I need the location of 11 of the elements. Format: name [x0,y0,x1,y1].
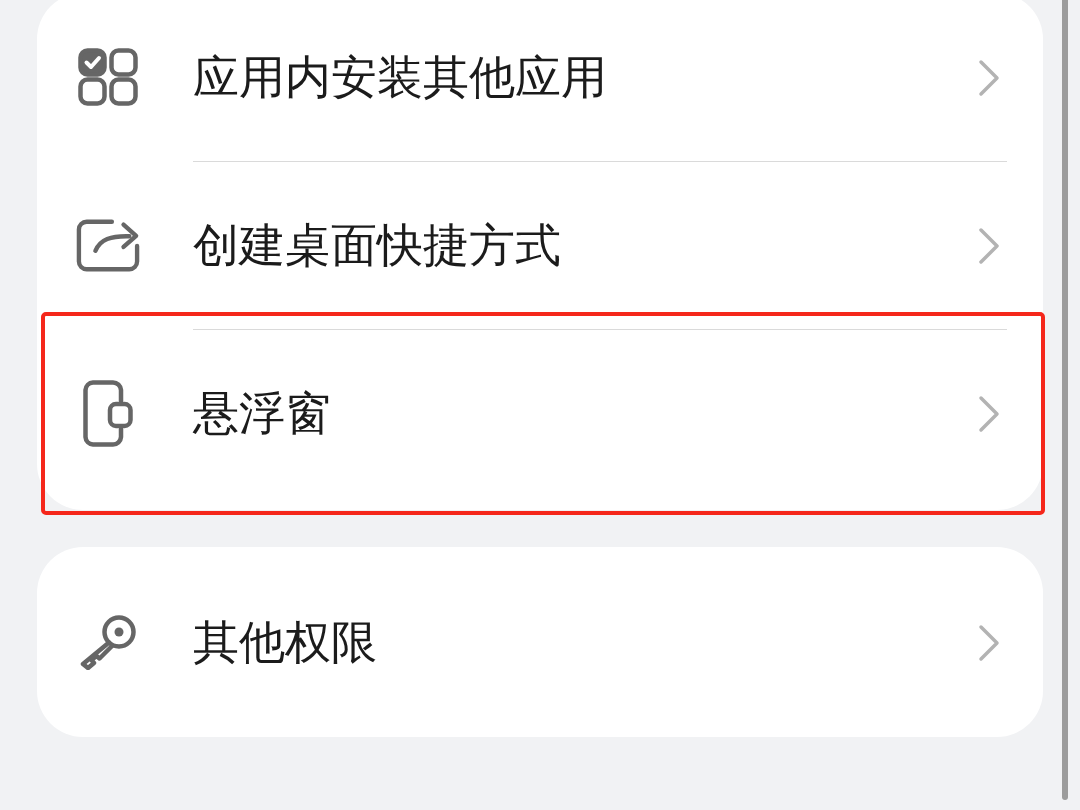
menu-item[interactable]: 悬浮窗 [37,329,1043,497]
menu-item[interactable]: 创建桌面快捷方式 [37,161,1043,329]
chevron-right-icon [978,623,1000,662]
chevron-right-icon [978,58,1000,97]
menu-item[interactable]: 应用内安装其他应用 [37,0,1043,161]
chevron-right-icon [978,226,1000,265]
app-grid-icon [78,48,138,106]
share-icon [76,217,140,273]
chevron-right-icon [978,394,1000,433]
key-icon [79,614,137,670]
phone-window-icon [83,379,133,447]
